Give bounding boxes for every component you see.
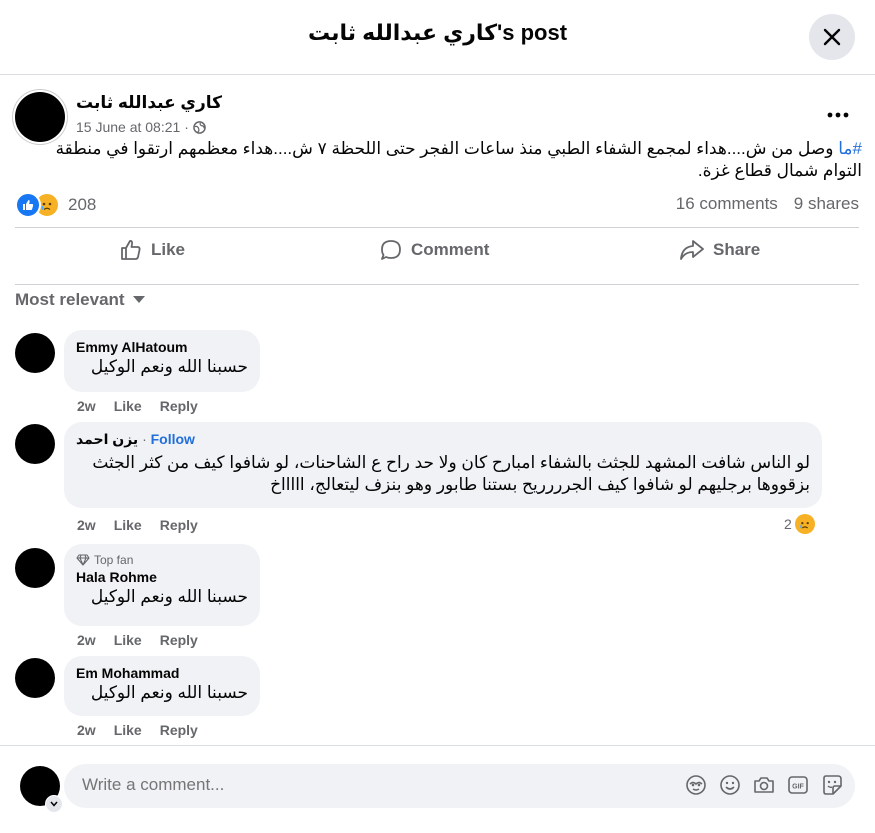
like-button[interactable]: Like (119, 232, 185, 268)
caret-down-icon (132, 296, 145, 303)
post-timestamp[interactable]: 15 June at 08:21 · (76, 119, 189, 135)
comment-reply-button[interactable]: Reply (160, 632, 198, 648)
follow-button[interactable]: Follow (151, 431, 195, 447)
comment-text: حسبنا الله ونعم الوكيل (90, 683, 248, 702)
post-text: #ما وصل من ش....هداء لمجمع الشفاء الطبي … (50, 138, 862, 182)
share-button[interactable]: Share (679, 232, 760, 268)
chevron-down-icon (50, 801, 58, 807)
comment-time[interactable]: 2w (77, 722, 96, 738)
author-avatar[interactable] (15, 92, 65, 142)
comment-time[interactable]: 2w (77, 632, 96, 648)
svg-text:GIF: GIF (792, 784, 804, 791)
like-label: Like (151, 240, 186, 259)
post-body: وصل من ش....هداء لمجمع الشفاء الطبي منذ … (55, 139, 862, 180)
commenter-avatar[interactable] (15, 333, 55, 373)
author-name[interactable]: كاري عبدالله ثابت (76, 93, 222, 113)
engagement-counts: 16 comments 9 shares (676, 194, 859, 214)
comment-actions: 2w Like Reply (77, 632, 198, 648)
avatar-sticker-icon[interactable] (685, 774, 707, 796)
globe-icon (193, 120, 206, 134)
comment-reactions[interactable]: 2 (784, 514, 815, 534)
sad-reaction-icon (794, 514, 815, 534)
reaction-count: 208 (68, 195, 97, 214)
top-fan-badge: Top fan (76, 552, 248, 568)
commenter-avatar[interactable] (15, 658, 55, 698)
comment-like-button[interactable]: Like (114, 517, 142, 533)
name-separator: · (142, 431, 147, 447)
comment-button[interactable]: Comment (379, 232, 489, 268)
comment-actions: 2w Like Reply (77, 398, 198, 414)
camera-icon[interactable] (753, 774, 775, 796)
comment-actions: 2w Like Reply (77, 517, 198, 533)
commenter-name[interactable]: Hala Rohme (76, 568, 248, 586)
comment-text: حسبنا الله ونعم الوكيل (90, 587, 248, 606)
close-icon (823, 28, 841, 46)
comment-bubble: Em Mohammad حسبنا الله ونعم الوكيل (64, 656, 260, 716)
reaction-summary[interactable]: 208 (15, 192, 96, 218)
commenter-name[interactable]: Emmy AlHatoum (76, 338, 248, 356)
composer-tools: GIF (685, 774, 843, 796)
more-options-icon (827, 112, 849, 118)
comment-composer: GIF (64, 764, 855, 808)
post-meta: 15 June at 08:21 · (76, 119, 206, 135)
top-fan-label: Top fan (94, 553, 134, 567)
dialog-title: كاري عبدالله ثابت's post (307, 20, 568, 45)
comment-label: Comment (411, 240, 490, 259)
comment-bubble: يزن احمد · Follow لو الناس شافت المشهد ل… (64, 422, 822, 508)
commenter-name[interactable]: Em Mohammad (76, 664, 248, 682)
comment-time[interactable]: 2w (77, 398, 96, 414)
comment-reaction-count: 2 (784, 516, 792, 532)
shares-count[interactable]: 9 shares (794, 194, 859, 214)
commenter-name[interactable]: يزن احمد (76, 431, 138, 447)
share-icon (680, 240, 704, 260)
sort-label: Most relevant (15, 290, 125, 309)
comment-bubble: Top fan Hala Rohme حسبنا الله ونعم الوكي… (64, 544, 260, 626)
comment-time[interactable]: 2w (77, 517, 96, 533)
comment-text: لو الناس شافت المشهد للجثث بالشفاء امبار… (92, 453, 810, 494)
comment-icon (381, 240, 401, 260)
comment-reply-button[interactable]: Reply (160, 517, 198, 533)
comment-like-button[interactable]: Like (114, 398, 142, 414)
divider (15, 284, 859, 285)
commenter-avatar[interactable] (15, 424, 55, 464)
profile-switch-button[interactable] (45, 795, 63, 813)
comment-sort-dropdown[interactable]: Most relevant (15, 290, 145, 310)
comment-text: حسبنا الله ونعم الوكيل (90, 357, 248, 376)
post-options-button[interactable] (820, 100, 856, 130)
thumbs-up-icon (121, 240, 141, 260)
gif-icon[interactable]: GIF (787, 774, 809, 796)
commenter-avatar[interactable] (15, 548, 55, 588)
hashtag-link[interactable]: #ما (838, 139, 862, 158)
share-label: Share (713, 240, 761, 259)
comment-bubble: Emmy AlHatoum حسبنا الله ونعم الوكيل (64, 330, 260, 392)
diamond-icon (76, 554, 90, 566)
dialog-header: كاري عبدالله ثابت's post (0, 0, 875, 75)
emoji-icon[interactable] (719, 774, 741, 796)
like-reaction-icon (15, 192, 41, 218)
comment-like-button[interactable]: Like (114, 632, 142, 648)
comment-input[interactable] (82, 775, 642, 795)
commenter-header: يزن احمد · Follow (76, 430, 810, 448)
close-button[interactable] (809, 14, 855, 60)
comment-actions: 2w Like Reply (77, 722, 198, 738)
comments-count[interactable]: 16 comments (676, 194, 778, 214)
divider (15, 227, 859, 228)
comment-like-button[interactable]: Like (114, 722, 142, 738)
comment-reply-button[interactable]: Reply (160, 398, 198, 414)
sticker-icon[interactable] (821, 774, 843, 796)
comment-reply-button[interactable]: Reply (160, 722, 198, 738)
